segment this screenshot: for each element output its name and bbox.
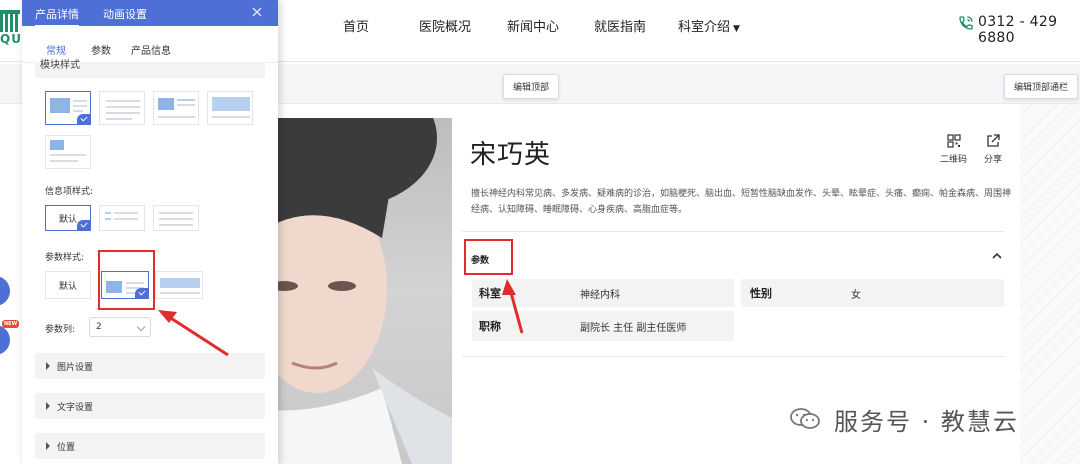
share-button[interactable]: 分享 xyxy=(984,134,1002,165)
nav-patient-guide[interactable]: 就医指南 xyxy=(594,16,646,35)
annotation-box xyxy=(98,250,155,310)
param-style-label: 参数样式: xyxy=(45,253,85,263)
new-badge: NEW xyxy=(2,320,20,328)
param-value-title: 副院长 主任 副主任医师 xyxy=(580,323,687,334)
divider xyxy=(462,356,1004,357)
settings-panel: 产品详情 动画设置 常规 参数 产品信息 模块样式 信息项样式: 默认 参数样式… xyxy=(22,0,278,464)
accordion-position-label: 位置 xyxy=(57,443,76,453)
nav-departments[interactable]: 科室介绍 ▼ xyxy=(678,16,740,35)
caret-right-icon xyxy=(46,402,50,410)
chevron-down-icon xyxy=(136,322,146,332)
module-style-option-5[interactable] xyxy=(45,135,91,169)
share-icon xyxy=(987,134,1000,147)
info-style-default-label: 默认 xyxy=(58,214,77,225)
doctor-description: 擅长神经内科常见病、多发病、疑难病的诊治，如脑梗死、脑出血、短暂性脑缺血发作、头… xyxy=(471,189,1012,215)
phone-number: 0312 - 429 6880 xyxy=(978,14,1058,46)
tab-product-detail[interactable]: 产品详情 xyxy=(35,6,79,27)
qr-code-button[interactable]: 二维码 xyxy=(940,134,967,165)
accordion-position[interactable]: 位置 xyxy=(35,433,265,459)
module-style-option-3[interactable] xyxy=(153,91,199,125)
nav-departments-label: 科室介绍 xyxy=(678,20,731,35)
caret-down-icon: ▼ xyxy=(733,24,740,34)
param-value-gender: 女 xyxy=(851,290,861,301)
phone-icon xyxy=(959,16,973,30)
watermark-text: 服务号 · 教慧云 xyxy=(834,408,1019,436)
selected-check-icon xyxy=(77,220,90,230)
edit-header-banner-button[interactable]: 编辑顶部通栏 xyxy=(1004,74,1079,99)
module-style-option-4[interactable] xyxy=(207,91,253,125)
module-style-option-1[interactable] xyxy=(45,91,91,125)
close-icon[interactable] xyxy=(251,6,263,18)
qr-code-icon xyxy=(946,134,961,148)
chevron-up-icon[interactable] xyxy=(991,250,1003,262)
logo-icon[interactable] xyxy=(0,10,20,32)
nav-home[interactable]: 首页 xyxy=(343,16,369,35)
nav-news-center[interactable]: 新闻中心 xyxy=(507,16,559,35)
params-title: 参数 xyxy=(471,256,490,266)
param-cols-select[interactable]: 2 xyxy=(89,317,151,337)
nav-hospital-overview[interactable]: 医院概况 xyxy=(419,16,471,35)
annotation-arrows xyxy=(158,279,524,357)
info-style-option-2[interactable] xyxy=(99,205,145,231)
tab-animation-settings[interactable]: 动画设置 xyxy=(103,6,147,22)
param-row xyxy=(741,279,1004,307)
floating-new-button[interactable] xyxy=(0,325,10,355)
caret-right-icon xyxy=(46,362,50,370)
share-label: 分享 xyxy=(984,155,1003,165)
module-style-option-2[interactable] xyxy=(99,91,145,125)
divider xyxy=(462,231,1004,232)
accordion-text-settings[interactable]: 文字设置 xyxy=(35,393,265,419)
param-cols-label: 参数列: xyxy=(45,325,76,335)
info-style-option-3[interactable] xyxy=(153,205,199,231)
module-style-label: 模块样式 xyxy=(40,60,80,71)
info-style-label: 信息项样式: xyxy=(45,187,94,197)
selected-check-icon xyxy=(77,114,90,124)
param-style-default-label: 默认 xyxy=(58,281,77,292)
floating-tool-button[interactable] xyxy=(0,276,10,306)
subtab-params[interactable]: 参数 xyxy=(91,42,111,57)
info-style-default[interactable]: 默认 xyxy=(45,205,91,231)
accordion-image-settings-label: 图片设置 xyxy=(57,363,94,373)
param-style-default[interactable]: 默认 xyxy=(45,271,91,299)
doctor-name: 宋巧英 xyxy=(470,140,552,170)
param-cols-value: 2 xyxy=(96,322,102,332)
qr-code-label: 二维码 xyxy=(940,155,968,165)
param-value-department: 神经内科 xyxy=(580,290,620,301)
accordion-text-settings-label: 文字设置 xyxy=(57,403,94,413)
edit-header-button[interactable]: 编辑顶部 xyxy=(503,74,560,99)
side-decoration xyxy=(1020,104,1080,464)
subtab-product-info[interactable]: 产品信息 xyxy=(131,42,171,57)
param-key-gender: 性别 xyxy=(750,287,772,300)
wechat-icon xyxy=(790,408,820,429)
caret-right-icon xyxy=(46,442,50,450)
